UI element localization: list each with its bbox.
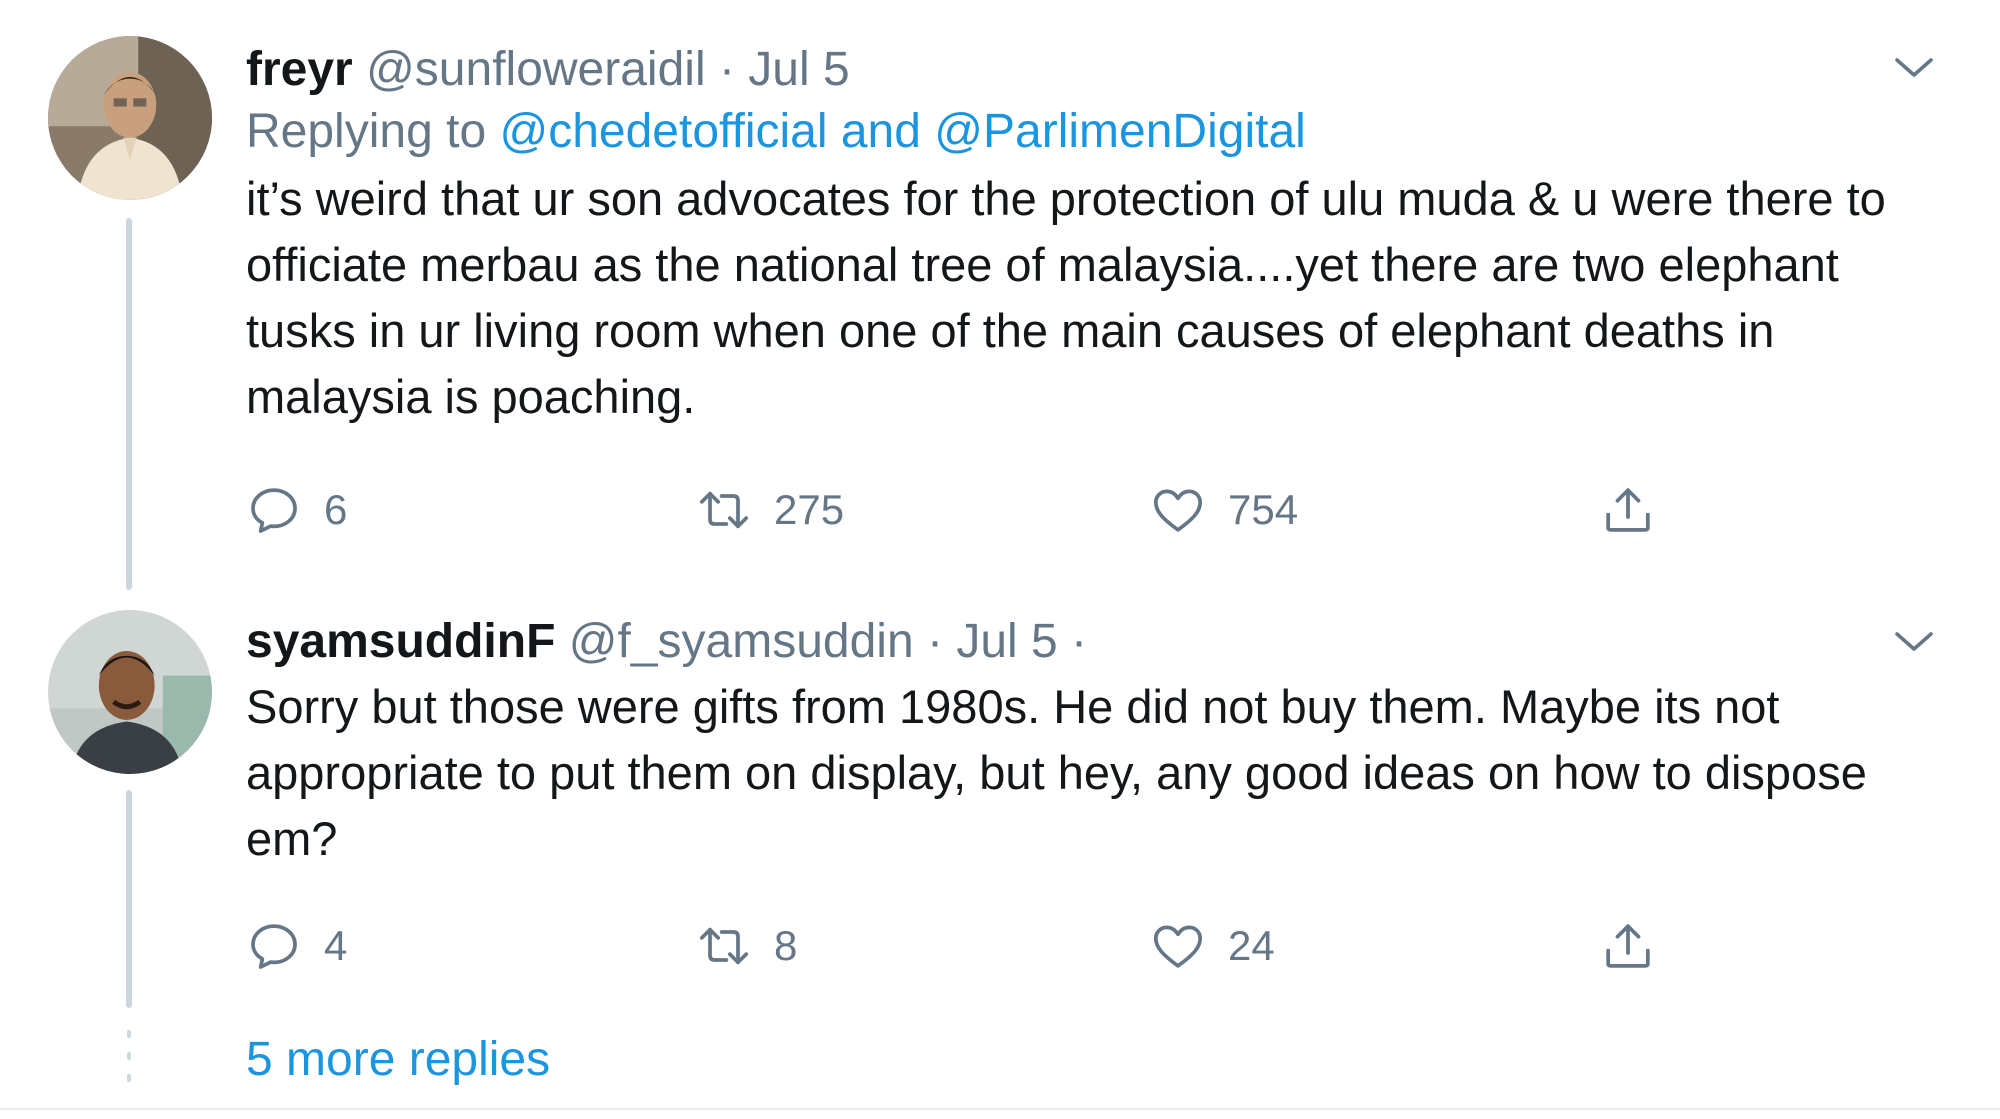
tweet-date[interactable]: Jul 5 (748, 43, 849, 96)
thread-dotted-connector (127, 1030, 131, 1096)
tweet-actions: 4 8 24 (246, 916, 1686, 976)
retweet-icon (699, 491, 749, 529)
tweet-header: freyr @sunfloweraidil · Jul 5 (246, 40, 1910, 100)
retweet-button[interactable]: 8 (696, 916, 797, 976)
avatar[interactable] (48, 610, 212, 774)
reply-icon (251, 488, 297, 533)
more-replies-row[interactable]: 5 more replies (0, 1018, 2000, 1108)
chevron-down-icon[interactable] (1890, 44, 1938, 92)
reply-button[interactable]: 6 (246, 480, 347, 540)
like-count: 24 (1228, 922, 1275, 969)
tweet-text: it’s weird that ur son advocates for the… (246, 172, 1886, 423)
share-button[interactable] (1600, 480, 1656, 540)
user-handle[interactable]: @f_syamsuddin (569, 615, 914, 668)
mention-and-link[interactable]: and (841, 105, 921, 158)
thread-connector-line (126, 218, 132, 590)
separator-dot: · (718, 43, 735, 96)
retweet-icon (699, 927, 749, 965)
heart-icon (1153, 489, 1203, 532)
separator-dot: · (926, 615, 943, 668)
divider (0, 1108, 2000, 1110)
mention-link[interactable]: @ParlimenDigital (934, 105, 1306, 158)
like-count: 754 (1228, 486, 1299, 533)
avatar[interactable] (48, 36, 212, 200)
avatar-photo-icon (48, 36, 212, 200)
more-replies-link[interactable]: 5 more replies (246, 1018, 550, 1102)
tweet[interactable]: syamsuddinF @f_syamsuddin · Jul 5 · Sorr… (0, 600, 2000, 1030)
user-handle[interactable]: @sunfloweraidil (366, 43, 706, 96)
replying-to-label: Replying to (246, 105, 487, 158)
like-button[interactable]: 24 (1150, 916, 1275, 976)
tweet-actions: 6 275 754 (246, 480, 1686, 540)
heart-icon (1153, 925, 1203, 968)
display-name[interactable]: freyr (246, 43, 353, 96)
like-button[interactable]: 754 (1150, 480, 1298, 540)
reply-button[interactable]: 4 (246, 916, 347, 976)
retweet-count: 8 (774, 922, 798, 969)
tweet-text: Sorry but those were gifts from 1980s. H… (246, 680, 1867, 865)
retweet-button[interactable]: 275 (696, 480, 844, 540)
display-name[interactable]: syamsuddinF (246, 615, 555, 668)
reply-icon (251, 924, 297, 969)
separator-dot: · (1071, 615, 1088, 668)
avatar-photo-icon (48, 610, 212, 774)
tweet-content: freyr @sunfloweraidil · Jul 5 Replying t… (246, 40, 1910, 430)
share-icon (1606, 924, 1650, 968)
replying-to: Replying to @chedetofficial and @Parlime… (246, 100, 1910, 164)
tweet-date[interactable]: Jul 5 (956, 615, 1057, 668)
mention-link[interactable]: @chedetofficial (499, 105, 827, 158)
tweet-content: syamsuddinF @f_syamsuddin · Jul 5 · Sorr… (246, 612, 1910, 872)
thread-connector-line (126, 790, 132, 1008)
tweet-header: syamsuddinF @f_syamsuddin · Jul 5 · (246, 612, 1910, 672)
share-icon (1606, 488, 1650, 532)
reply-count: 4 (324, 922, 348, 969)
retweet-count: 275 (774, 486, 845, 533)
tweet[interactable]: freyr @sunfloweraidil · Jul 5 Replying t… (0, 0, 2000, 600)
share-button[interactable] (1600, 916, 1656, 976)
chevron-down-icon[interactable] (1890, 618, 1938, 666)
reply-count: 6 (324, 486, 348, 533)
tweet-thread: freyr @sunfloweraidil · Jul 5 Replying t… (0, 0, 2000, 1119)
